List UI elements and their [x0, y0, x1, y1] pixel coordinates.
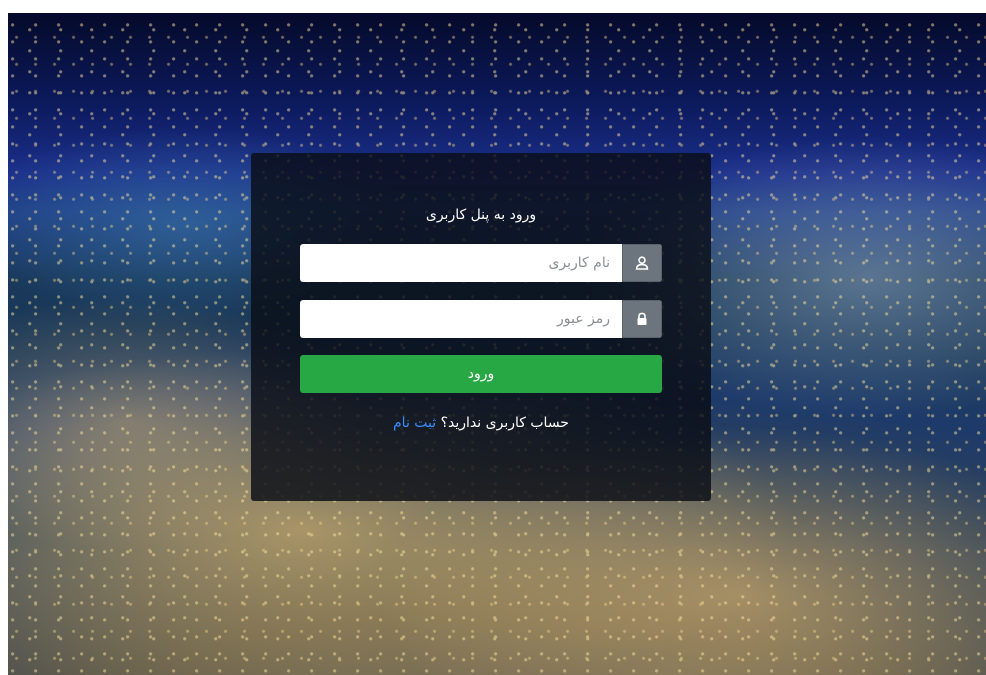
background-image: ورود به پنل کاربری ورود حساب کاربری ندا: [8, 13, 986, 675]
register-prompt: حساب کاربری ندارید؟: [440, 415, 569, 431]
password-group: [300, 300, 662, 338]
login-title: ورود به پنل کاربری: [425, 207, 537, 223]
user-icon: [622, 244, 662, 282]
login-card: ورود به پنل کاربری ورود حساب کاربری ندا: [251, 153, 711, 501]
login-button[interactable]: ورود: [300, 355, 662, 393]
password-input[interactable]: [300, 300, 622, 338]
register-line: حساب کاربری ندارید؟ ثبت نام: [251, 415, 711, 431]
lock-icon: [622, 300, 662, 338]
username-input[interactable]: [300, 244, 622, 282]
username-group: [300, 244, 662, 282]
register-link[interactable]: ثبت نام: [393, 415, 436, 431]
